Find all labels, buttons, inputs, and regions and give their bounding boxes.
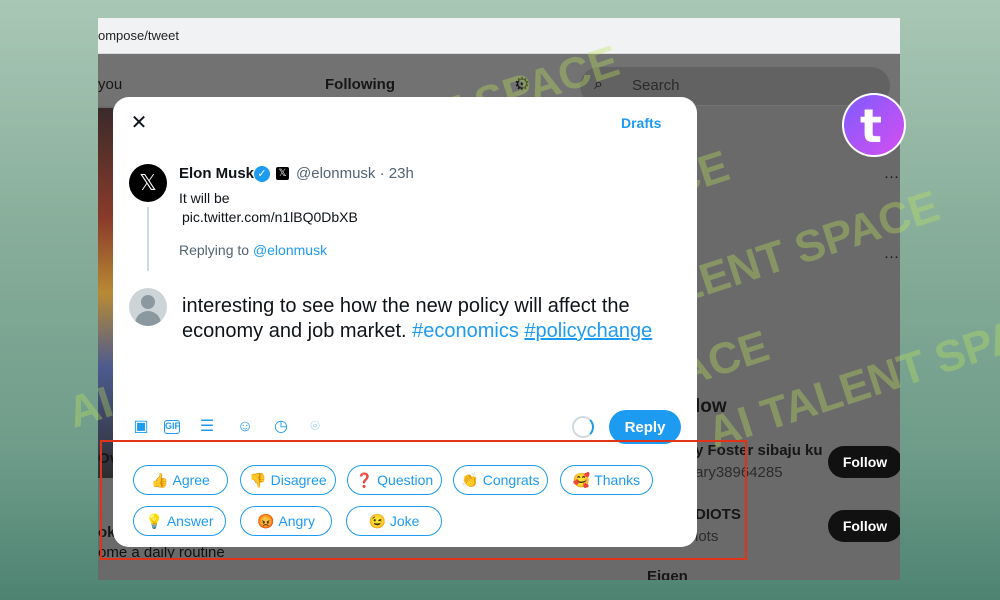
verified-badge-icon: ✓ xyxy=(254,166,270,182)
original-tweet-text: It will be pic.twitter.com/n1lBQ0DbXB xyxy=(179,189,358,227)
url-text: ompose/tweet xyxy=(98,28,179,43)
follow-button[interactable]: Follow xyxy=(828,510,900,542)
author-name[interactable]: Elon Musk xyxy=(179,165,254,182)
poll-icon[interactable]: ☰ xyxy=(197,417,217,437)
tweet-text-line: It will be xyxy=(179,190,230,206)
address-bar[interactable]: ompose/tweet xyxy=(98,18,900,54)
replying-handle-link[interactable]: @elonmusk xyxy=(253,242,327,258)
search-icon: ⌕ xyxy=(594,76,603,93)
follow-button[interactable]: Follow xyxy=(828,446,900,478)
tab-for-you[interactable]: you xyxy=(98,76,122,93)
thread-line xyxy=(147,207,149,271)
replying-prefix: Replying to xyxy=(179,242,253,258)
search-placeholder: Search xyxy=(632,77,680,94)
suggestion-name[interactable]: Eigen xyxy=(647,568,688,580)
x-affiliate-badge-icon: 𝕏 xyxy=(276,167,289,180)
location-icon: ⌾ xyxy=(310,418,320,435)
author-handle-time: @elonmusk · 23h xyxy=(296,165,414,182)
tweet-link[interactable]: pic.twitter.com/n1lBQ0DbXB xyxy=(179,208,358,227)
more-options-icon[interactable]: ··· xyxy=(884,168,899,185)
settings-gear-icon[interactable]: ⚙ xyxy=(514,74,530,95)
who-to-follow-heading: low xyxy=(695,396,727,417)
schedule-icon[interactable]: ◷ xyxy=(271,417,291,437)
user-avatar xyxy=(129,288,167,326)
replying-to: Replying to @elonmusk xyxy=(179,242,327,258)
hashtag[interactable]: #economics xyxy=(412,320,519,342)
background-image xyxy=(98,108,113,478)
more-options-icon[interactable]: ··· xyxy=(884,248,899,265)
reply-button[interactable]: Reply xyxy=(609,410,681,444)
brand-logo: t xyxy=(842,93,906,157)
character-count-ring xyxy=(572,416,594,438)
highlight-box xyxy=(100,440,747,560)
gif-icon[interactable]: GIF xyxy=(164,420,180,434)
brand-logo-t-icon: t xyxy=(860,99,882,153)
x-logo-avatar[interactable]: 𝕏 xyxy=(129,164,167,202)
emoji-icon[interactable]: ☺ xyxy=(235,417,255,437)
compose-textarea[interactable]: interesting to see how the new policy wi… xyxy=(182,294,682,344)
hashtag[interactable]: #policychange xyxy=(524,320,652,342)
tab-following[interactable]: Following xyxy=(325,76,395,93)
close-icon[interactable]: ✕ xyxy=(127,111,151,135)
drafts-button[interactable]: Drafts xyxy=(621,115,661,131)
image-icon[interactable]: ▣ xyxy=(131,417,151,437)
